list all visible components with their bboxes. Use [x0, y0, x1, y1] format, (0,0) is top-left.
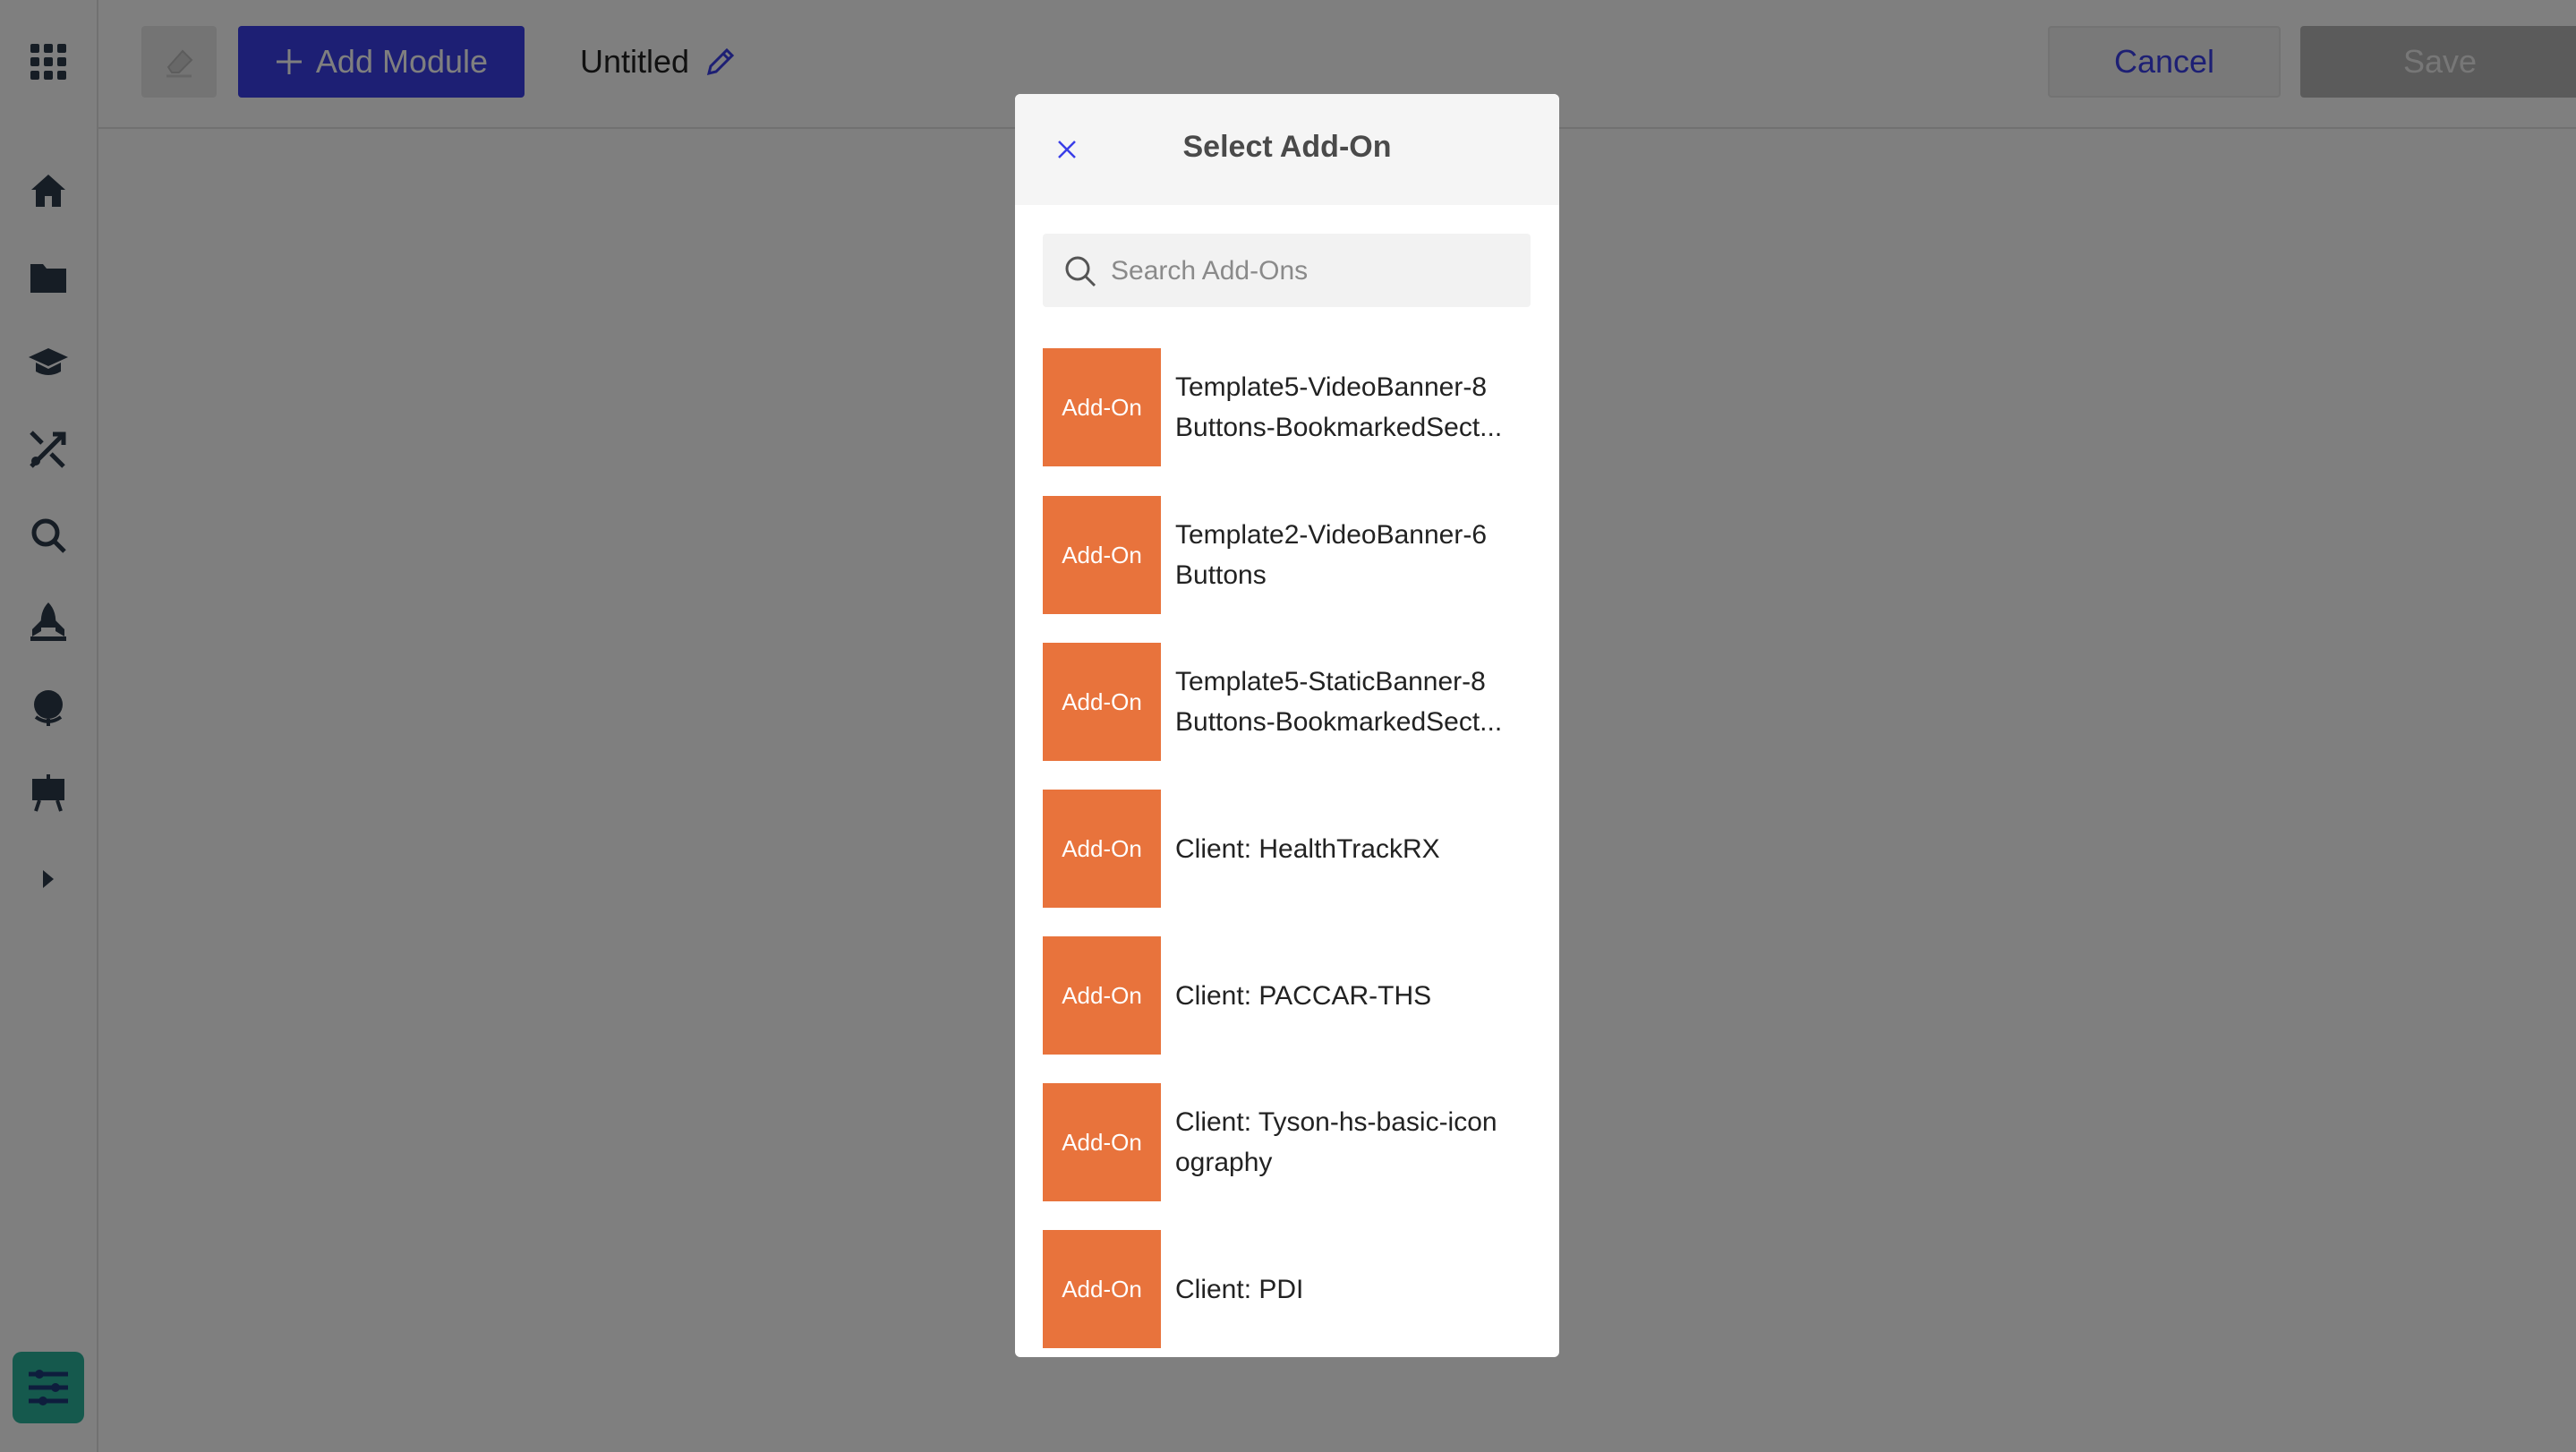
search-field[interactable] — [1043, 234, 1531, 309]
list-item[interactable]: Add-On Client: PDI — [1043, 1230, 1544, 1348]
modal-title: Select Add-On — [1182, 130, 1392, 164]
addon-label-line1: Client: Tyson-hs-basic-icon — [1175, 1107, 1497, 1137]
addon-label: Template5-StaticBanner-8 Buttons-Bookmar… — [1175, 662, 1508, 742]
list-item[interactable]: Add-On Template2-VideoBanner-6 Buttons — [1043, 496, 1544, 614]
select-addon-modal: Select Add-On Add-On Template5-VideoBann… — [1015, 94, 1559, 1357]
modal-header: Select Add-On — [1015, 94, 1559, 205]
addon-thumbnail: Add-On — [1043, 1083, 1161, 1201]
addon-thumbnail: Add-On — [1043, 496, 1161, 614]
search-icon — [1065, 256, 1096, 287]
addon-thumbnail: Add-On — [1043, 1230, 1161, 1348]
addon-label: Client: PACCAR-THS — [1175, 976, 1508, 1016]
addon-thumbnail: Add-On — [1043, 348, 1161, 466]
list-item[interactable]: Add-On Template5-VideoBanner-8 Buttons-B… — [1043, 348, 1544, 466]
addon-label-line2: Buttons — [1175, 560, 1267, 590]
addon-label: Template2-VideoBanner-6 Buttons — [1175, 515, 1508, 595]
list-item[interactable]: Add-On Client: HealthTrackRX — [1043, 790, 1544, 908]
search-input[interactable] — [1109, 234, 1515, 309]
addon-label-line2: Buttons-BookmarkedSect... — [1175, 707, 1503, 737]
addon-label: Client: Tyson-hs-basic-icon ography — [1175, 1102, 1508, 1183]
addon-label: Client: PDI — [1175, 1269, 1508, 1310]
addon-label-line1: Client: PACCAR-THS — [1175, 980, 1432, 1011]
list-item[interactable]: Add-On Client: PACCAR-THS — [1043, 936, 1544, 1055]
list-item[interactable]: Add-On Template5-StaticBanner-8 Buttons-… — [1043, 643, 1544, 761]
addon-label-line2: ography — [1175, 1148, 1273, 1177]
addon-thumbnail: Add-On — [1043, 936, 1161, 1055]
addon-thumbnail: Add-On — [1043, 790, 1161, 908]
addon-label: Client: HealthTrackRX — [1175, 829, 1508, 869]
addon-label-line2: Buttons-BookmarkedSect... — [1175, 413, 1503, 442]
addon-thumbnail: Add-On — [1043, 643, 1161, 761]
addon-label-line1: Template2-VideoBanner-6 — [1175, 520, 1488, 550]
list-item[interactable]: Add-On Client: Tyson-hs-basic-icon ograp… — [1043, 1083, 1544, 1201]
addon-label-line1: Client: PDI — [1175, 1274, 1304, 1304]
addon-label: Template5-VideoBanner-8 Buttons-Bookmark… — [1175, 367, 1508, 448]
addon-label-line1: Template5-VideoBanner-8 — [1175, 372, 1488, 402]
addon-label-line1: Template5-StaticBanner-8 — [1175, 667, 1486, 696]
addon-label-line1: Client: HealthTrackRX — [1175, 833, 1440, 864]
